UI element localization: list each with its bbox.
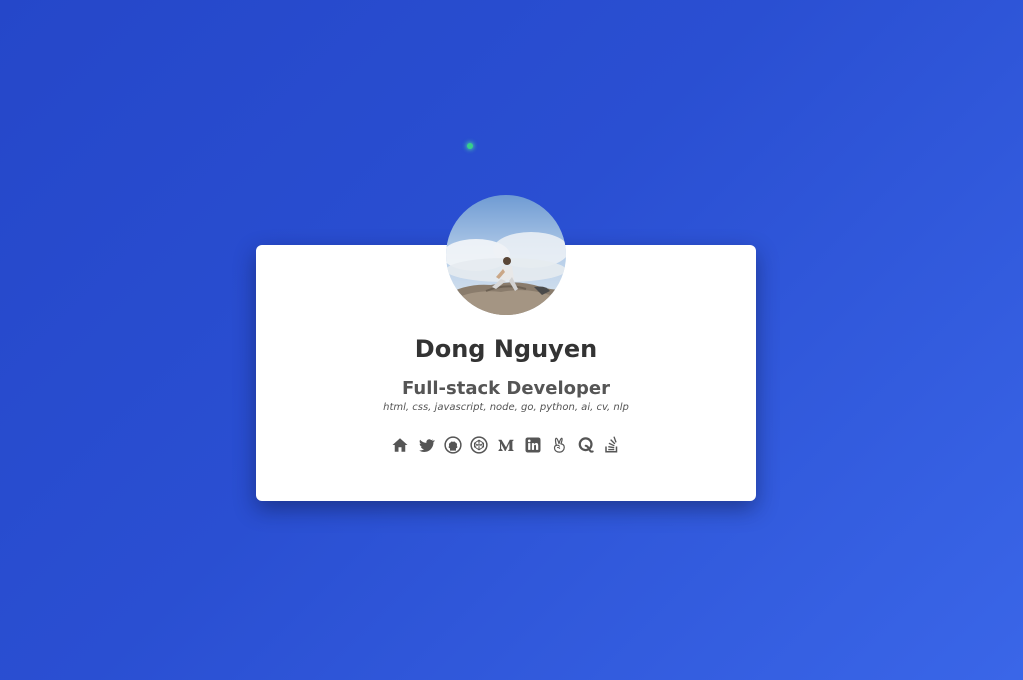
social-links <box>256 436 756 454</box>
codepen-link[interactable] <box>470 436 489 454</box>
quora-icon <box>578 437 594 453</box>
angellist-icon <box>554 437 566 453</box>
linkedin-icon <box>525 437 541 453</box>
profile-name: Dong Nguyen <box>414 335 598 363</box>
profile-role: Full-stack Developer <box>402 378 610 399</box>
codepen-icon <box>470 436 489 454</box>
github-link[interactable] <box>444 436 462 454</box>
stackoverflow-link[interactable] <box>603 436 621 454</box>
status-dot <box>467 143 473 149</box>
stackoverflow-icon <box>605 436 618 453</box>
quora-link[interactable] <box>577 436 595 454</box>
github-icon <box>444 436 462 454</box>
linkedin-link[interactable] <box>524 436 542 454</box>
medium-icon <box>498 439 514 451</box>
home-link[interactable] <box>391 436 409 454</box>
profile-skills: html, css, javascript, node, go, python,… <box>383 402 629 413</box>
avatar <box>446 195 566 315</box>
angellist-link[interactable] <box>550 436 568 454</box>
home-icon <box>392 438 408 452</box>
twitter-icon <box>419 439 436 452</box>
twitter-link[interactable] <box>417 436 436 454</box>
medium-link[interactable] <box>497 436 515 454</box>
